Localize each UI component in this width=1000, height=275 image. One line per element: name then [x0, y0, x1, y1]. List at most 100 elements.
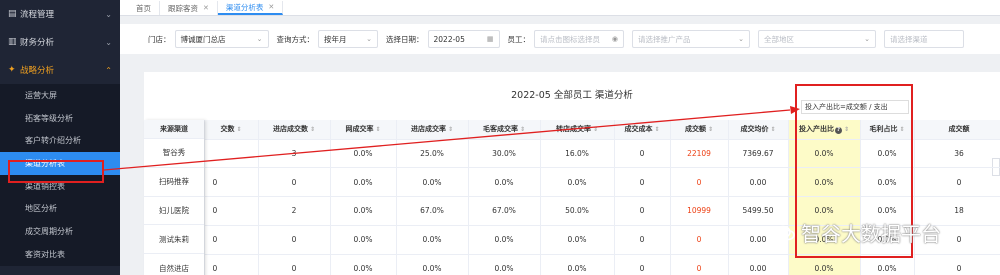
chart-icon: ▥ — [8, 37, 17, 47]
col-header[interactable]: 成交均价 ⇕ — [728, 120, 789, 140]
cell-extra: 0 — [914, 254, 1000, 275]
cell-cost: 0 — [614, 139, 671, 169]
sidebar-item-ops-screen[interactable]: 运营大屏 — [0, 84, 120, 107]
menu-finance[interactable]: ▥ 财务分析 ⌄ — [0, 28, 120, 56]
cell-store-rate: 67.0% — [396, 196, 469, 226]
col-header[interactable]: 网成交率 ⇕ — [330, 120, 397, 140]
sort-icon[interactable]: ⇕ — [310, 126, 315, 133]
cell-net-rate: 0.0% — [330, 167, 397, 198]
cell-store-deals: 0 — [258, 167, 331, 198]
col-header[interactable]: 毛客成交率 ⇕ — [468, 120, 541, 140]
cell-avg: 7369.67 — [728, 139, 789, 169]
eye-icon[interactable]: ◉ — [612, 35, 618, 43]
menu-strategy[interactable]: ✦ 战略分析 ⌃ — [0, 56, 120, 84]
cell-deals: 0 — [204, 167, 259, 198]
col-header[interactable]: 进店成交率 ⇕ — [396, 120, 469, 140]
sort-icon[interactable]: ⇕ — [520, 126, 525, 133]
cell-store-deals: 2 — [258, 196, 331, 226]
cell-cost: 0 — [614, 254, 671, 275]
product-select[interactable]: 请选择推广产品 ⌄ — [632, 30, 750, 48]
sidebar-item-referral[interactable]: 客户转介绍分析 — [0, 129, 120, 152]
channel-cell: 智谷秀 — [144, 139, 204, 168]
flow-icon: ▤ — [8, 9, 17, 19]
cell-transfer-rate: 16.0% — [540, 139, 615, 169]
chevron-down-icon: ⌄ — [256, 35, 263, 43]
chevron-down-icon: ⌄ — [105, 37, 112, 47]
chevron-up-icon: ⌃ — [105, 65, 112, 75]
close-icon[interactable]: ✕ — [268, 3, 274, 11]
cell-cost: 0 — [614, 196, 671, 226]
sort-icon[interactable]: ⇕ — [236, 126, 241, 133]
wechat-icon — [775, 225, 795, 240]
frozen-channel-column: 来源渠道 智谷秀 扫码推荐 妇儿医院 测试朱莉 自然进店 — [144, 120, 204, 275]
cell-amount: 22109 — [670, 139, 729, 169]
chevron-down-icon: ⌄ — [366, 35, 372, 43]
tab-channel-analysis[interactable]: 渠道分析表 ✕ — [217, 1, 284, 15]
cell-amount: 0 — [670, 167, 729, 198]
cell-deals: 0 — [204, 225, 259, 255]
channel-select[interactable]: 请选择渠道 — [884, 30, 964, 48]
cell-avg: 0.00 — [728, 254, 789, 275]
query-mode-select[interactable]: 按年月 ⌄ — [318, 30, 378, 48]
chevron-down-icon: ⌄ — [738, 35, 744, 43]
employee-label: 员工： — [507, 34, 531, 44]
col-header[interactable]: 成交额 ⇕ — [670, 120, 729, 140]
employee-input[interactable]: 请点击图标选择员 ◉ — [534, 30, 624, 48]
cell-cost: 0 — [614, 167, 671, 198]
cell-net-rate: 0.0% — [330, 225, 397, 255]
sidebar: ▤ 流程管理 ⌄ ▥ 财务分析 ⌄ ✦ 战略分析 ⌃ 运营大屏 拓客等级分析 客… — [0, 0, 120, 275]
cell-extra: 36 — [914, 139, 1000, 169]
query-mode-label: 查询方式： — [276, 34, 315, 44]
roi-tooltip: 投入产出比=成交额 / 支出 — [801, 100, 909, 114]
cell-transfer-rate: 50.0% — [540, 196, 615, 226]
col-header[interactable]: 进店成交数 ⇕ — [258, 120, 331, 140]
sort-icon[interactable]: ⇕ — [375, 126, 380, 133]
cell-extra: 0 — [914, 167, 1000, 198]
col-header[interactable]: 成交额 — [914, 120, 1000, 140]
chevron-down-icon: ⌄ — [864, 35, 870, 43]
menu-process[interactable]: ▤ 流程管理 ⌄ — [0, 0, 120, 28]
sort-icon[interactable]: ⇕ — [770, 126, 775, 133]
cell-amount: 0 — [670, 225, 729, 255]
annotation-box-sidebar — [8, 160, 104, 183]
col-header-channel: 来源渠道 — [144, 120, 204, 139]
channel-cell: 自然进店 — [144, 254, 204, 275]
cell-store-rate: 0.0% — [396, 167, 469, 198]
channel-cell: 测试朱莉 — [144, 225, 204, 255]
channel-cell: 扫码推荐 — [144, 168, 204, 197]
cell-gross-rate: 67.0% — [468, 196, 541, 226]
sidebar-item-lead-compare[interactable]: 客资对比表 — [0, 243, 120, 266]
col-header[interactable]: 交数 ⇕ — [204, 120, 259, 140]
sort-icon[interactable]: ⇕ — [448, 126, 453, 133]
channel-cell: 妇儿医院 — [144, 197, 204, 226]
sort-icon[interactable]: ⇕ — [654, 126, 659, 133]
cell-amount: 10999 — [670, 196, 729, 226]
cell-deals: 0 — [204, 254, 259, 275]
chevron-down-icon: ⌄ — [105, 9, 112, 19]
calendar-icon: ▦ — [486, 35, 494, 43]
sidebar-item-deal-cycle[interactable]: 成交周期分析 — [0, 220, 120, 243]
tab-home[interactable]: 首页 — [128, 1, 160, 15]
sort-icon[interactable]: ⇕ — [593, 126, 598, 133]
cell-store-deals: 3 — [258, 139, 331, 169]
cell-gross-rate: 0.0% — [468, 167, 541, 198]
cell-gross-rate: 0.0% — [468, 225, 541, 255]
close-icon[interactable]: ✕ — [203, 4, 209, 12]
tab-bar: 首页 跟踪客资 ✕ 渠道分析表 ✕ — [120, 0, 1000, 16]
sidebar-item-lead-grade[interactable]: 拓客等级分析 — [0, 107, 120, 130]
date-picker[interactable]: 2022-05 ▦ — [427, 30, 500, 48]
store-select[interactable]: 博诚厦门总店 ⌄ — [174, 30, 269, 48]
region-select[interactable]: 全部地区 ⌄ — [758, 30, 876, 48]
cell-avg: 0.00 — [728, 167, 789, 198]
cell-store-rate: 25.0% — [396, 139, 469, 169]
col-header[interactable]: 成交成本 ⇕ — [614, 120, 671, 140]
sidebar-item-region[interactable]: 地区分析 — [0, 197, 120, 220]
cell-transfer-rate: 0.0% — [540, 254, 615, 275]
cell-transfer-rate: 0.0% — [540, 167, 615, 198]
watermark: 智谷大数据平台 — [775, 218, 941, 247]
tab-track-leads[interactable]: 跟踪客资 ✕ — [160, 1, 218, 15]
store-label: 门店： — [148, 34, 171, 44]
filter-bar: 门店： 博诚厦门总店 ⌄ 查询方式： 按年月 ⌄ 选择日期： 2022-05 ▦ 员工… — [120, 24, 1000, 54]
sort-icon[interactable]: ⇕ — [708, 126, 713, 133]
col-header[interactable]: 转店成交率 ⇕ — [540, 120, 615, 140]
